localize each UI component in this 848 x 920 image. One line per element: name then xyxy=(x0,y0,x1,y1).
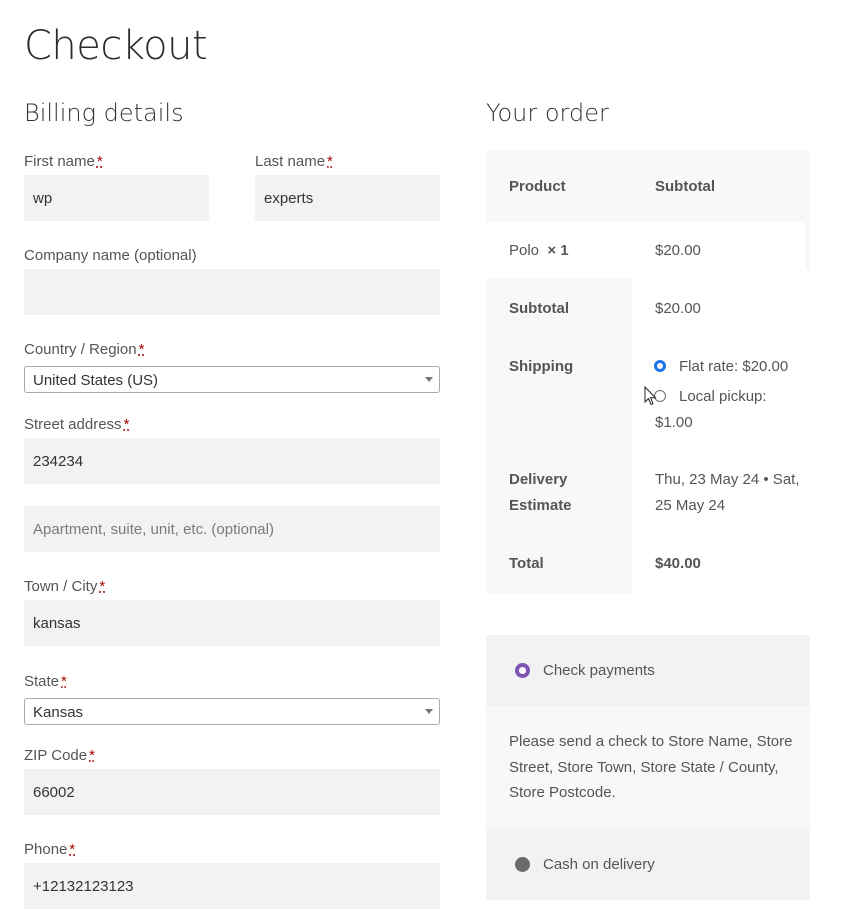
last-name-input[interactable] xyxy=(255,175,440,221)
required-mark: * xyxy=(138,341,145,358)
first-name-label: First name * xyxy=(24,153,103,170)
required-mark: * xyxy=(61,673,67,690)
item-quantity: × 1 xyxy=(547,242,569,259)
required-mark: * xyxy=(69,841,76,858)
required-mark: * xyxy=(99,578,106,595)
apartment-input[interactable] xyxy=(24,506,440,552)
phone-input[interactable] xyxy=(24,863,440,909)
town-city-label: Town / City * xyxy=(24,578,106,595)
delivery-estimate-value-line1: Thu, 23 May 24 • Sat, xyxy=(655,471,800,488)
chevron-down-icon xyxy=(425,377,433,382)
check-payments-description-line3: Store Postcode. xyxy=(509,784,616,801)
street-address-label: Street address * xyxy=(24,416,130,433)
your-order-title: Your order xyxy=(486,99,609,127)
delivery-estimate-label-line2: Estimate xyxy=(509,497,572,514)
cash-on-delivery-label[interactable]: Cash on delivery xyxy=(543,852,655,878)
phone-label: Phone * xyxy=(24,841,76,858)
page-title: Checkout xyxy=(24,23,208,69)
required-mark: * xyxy=(327,153,333,170)
required-mark: * xyxy=(123,416,130,433)
check-payments-description-line1: Please send a check to Store Name, Store xyxy=(509,733,793,750)
last-name-label: Last name * xyxy=(255,153,333,170)
local-pickup-label: Local pickup: xyxy=(679,388,767,405)
state-label: State * xyxy=(24,673,67,690)
check-payments-label[interactable]: Check payments xyxy=(543,658,655,684)
total-value: $40.00 xyxy=(655,555,701,572)
company-name-label: Company name (optional) xyxy=(24,247,197,264)
zip-code-input[interactable] xyxy=(24,769,440,815)
state-value: Kansas xyxy=(33,704,84,721)
company-name-input[interactable] xyxy=(24,269,440,315)
country-region-value: United States (US) xyxy=(33,372,159,389)
total-label: Total xyxy=(509,555,544,572)
delivery-estimate-label-line1: Delivery xyxy=(509,471,568,488)
state-select[interactable]: Kansas xyxy=(24,698,440,725)
order-item-row: Polo × 1 xyxy=(509,238,569,264)
mouse-pointer-icon xyxy=(644,386,657,406)
flat-rate-radio[interactable] xyxy=(654,360,666,372)
first-name-input[interactable] xyxy=(24,175,209,221)
header-subtotal: Subtotal xyxy=(655,178,715,195)
zip-code-label: ZIP Code * xyxy=(24,747,95,764)
required-mark: * xyxy=(96,153,103,170)
subtotal-value: $20.00 xyxy=(655,300,701,317)
item-name: Polo xyxy=(509,242,540,259)
chevron-down-icon xyxy=(425,709,433,714)
check-payments-description-line2: Street, Store Town, Store State / County… xyxy=(509,759,779,776)
country-region-select[interactable]: United States (US) xyxy=(24,366,440,393)
local-pickup-price: $1.00 xyxy=(655,414,693,431)
delivery-estimate-value-line2: 25 May 24 xyxy=(655,497,726,514)
check-payments-radio[interactable] xyxy=(515,663,530,678)
item-price: $20.00 xyxy=(655,242,701,259)
town-city-input[interactable] xyxy=(24,600,440,646)
subtotal-label: Subtotal xyxy=(509,300,569,317)
country-region-label: Country / Region * xyxy=(24,341,145,358)
order-label-column xyxy=(486,279,632,593)
header-product: Product xyxy=(509,178,566,195)
billing-details-title: Billing details xyxy=(24,99,184,127)
flat-rate-label: Flat rate: $20.00 xyxy=(679,358,789,375)
cash-on-delivery-radio[interactable] xyxy=(515,857,530,872)
required-mark: * xyxy=(89,747,95,764)
street-address-input[interactable] xyxy=(24,438,440,484)
shipping-label: Shipping xyxy=(509,358,574,375)
row-edge xyxy=(805,222,810,270)
